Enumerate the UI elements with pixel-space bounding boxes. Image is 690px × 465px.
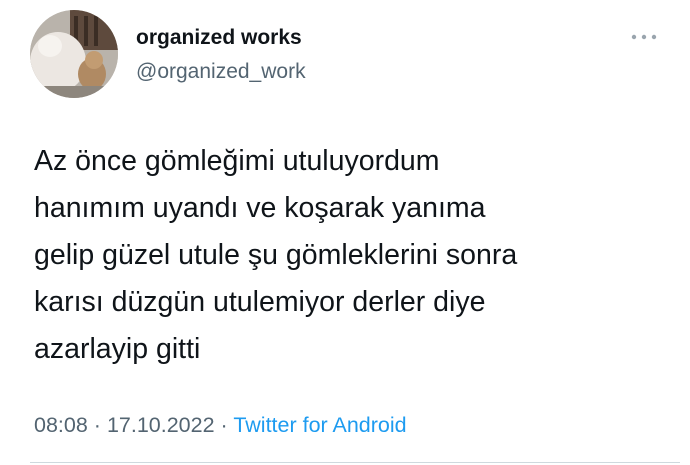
avatar-image [30, 10, 118, 98]
tweet-meta: 08:08 · 17.10.2022 · Twitter for Android [34, 413, 407, 438]
author-display-name[interactable]: organized works [136, 26, 302, 50]
avatar[interactable] [30, 10, 118, 98]
meta-separator: · [93, 413, 101, 437]
divider [30, 462, 680, 463]
tweet-card: organized works @organized_work Az önce … [0, 0, 690, 465]
more-options-button[interactable] [626, 26, 662, 48]
tweet-text-line: hanımım uyandı ve koşarak yanıma [34, 192, 486, 224]
author-handle[interactable]: @organized_work [136, 60, 306, 84]
tweet-text-line: gelip güzel utule şu gömleklerini sonra [34, 239, 518, 271]
tweet-source-link[interactable]: Twitter for Android [233, 413, 406, 437]
more-horizontal-icon [631, 34, 657, 40]
meta-separator: · [220, 413, 228, 437]
tweet-text-line: Az önce gömleğimi utuluyordum [34, 145, 440, 177]
tweet-date[interactable]: 17.10.2022 [107, 413, 215, 437]
tweet-text: Az önce gömleğimi utuluyordum hanımım uy… [34, 138, 674, 373]
tweet-time[interactable]: 08:08 [34, 413, 88, 437]
tweet-text-line: azarlayip gitti [34, 333, 201, 365]
tweet-text-line: karısı düzgün utulemiyor derler diye [34, 286, 486, 318]
